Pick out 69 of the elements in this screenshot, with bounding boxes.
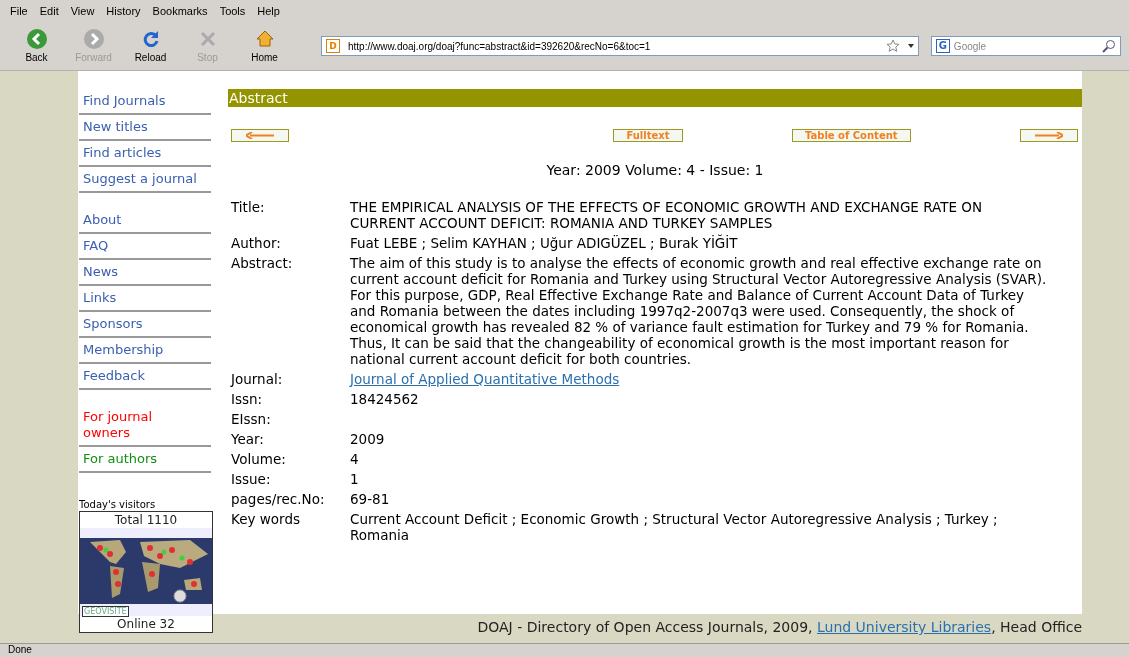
search-input[interactable]: Google (953, 38, 1098, 54)
field-value: Current Account Deficit ; Economic Growth ; Structural Vector Autoregressive Analysis ; Turkey ; Romania (350, 511, 999, 543)
arrow-right-icon (1035, 132, 1063, 139)
url-text: http://www.doaj.org/doaj?func=abstract&id=392620&recNo=6&toc=1 (348, 39, 652, 54)
visitors-widget[interactable]: Total 1110 GEOVISITE Online 32 (79, 511, 213, 633)
dropdown-icon[interactable] (907, 44, 914, 48)
issue-line: Year: 2009 Volume: 4 - Issue: 1 (545, 161, 765, 180)
field-label: Journal: (231, 371, 284, 387)
menu-item[interactable]: History (100, 2, 147, 20)
sidebar-link[interactable]: Suggest a journal (79, 167, 211, 193)
arrow-left-icon (246, 132, 274, 139)
field-label: EIssn: (231, 411, 272, 427)
field-value: 1 (350, 471, 360, 487)
menu-item[interactable]: Tools (213, 2, 252, 20)
field-label: Year: (231, 431, 265, 447)
journal-link[interactable]: Journal of Applied Quantitative Methods (350, 371, 620, 387)
field-value: 69-81 (350, 491, 391, 507)
search-field[interactable]: G Google (930, 36, 1121, 56)
sidebar-link[interactable]: Sponsors (79, 312, 211, 338)
sidebar-link[interactable]: Feedback (79, 364, 211, 390)
back-icon (25, 27, 48, 50)
sidebar-link[interactable]: Membership (79, 338, 211, 364)
field-value: 2009 (350, 431, 386, 447)
site-icon: D (326, 39, 340, 53)
back-button[interactable]: Back (8, 27, 65, 65)
menu-item[interactable]: View (64, 2, 101, 20)
menu-item[interactable]: Edit (33, 2, 65, 20)
search-engine-icon[interactable]: G (935, 39, 950, 53)
sidebar-link[interactable]: For journal owners (79, 405, 211, 447)
sidebar-link[interactable]: About (79, 208, 211, 234)
field-value: The aim of this study is to analyse the effects of economic growth and real effective exchange rate on current account deficit for Romania and Turkey using Structural Vector Autoregressive Analysis (SVAR). For this purpose, GDP, Real Effective Exchange Rate and Balance of Current Account Data of Turkey and Romania between the dates including 1997q2-2007q3 were used. Consequently, the shock of economical growth has revealed 82 % of variance fault estimation for Turkey and 79 % for Romania. Thus, It can be said that the changeability of economical growth is the most important reason for national current account deficit for both countries. (350, 255, 1048, 367)
field-label: Issn: (231, 391, 264, 407)
sidebar-link[interactable]: News (79, 260, 211, 286)
menu-item[interactable]: Help (251, 2, 286, 20)
field-value: 4 (350, 451, 360, 467)
visitors-caption: Today's visitors (79, 499, 157, 511)
previous-button[interactable] (231, 129, 289, 142)
star-icon[interactable] (885, 39, 900, 53)
sidebar-link[interactable]: New titles (79, 115, 211, 141)
sidebar-link[interactable]: FAQ (79, 234, 211, 260)
field-label: Key words (231, 511, 301, 529)
field-value: Fuat LEBE ; Selim KAYHAN ; Uğur ADIGÜZEL ; Burak YİĞİT (350, 235, 739, 251)
field-label: Title: (231, 199, 266, 217)
next-button[interactable] (1020, 129, 1078, 142)
field-label: pages/rec.No: (231, 491, 326, 507)
field-label: Abstract: (231, 255, 294, 273)
section-title-bar: Abstract (228, 89, 1082, 107)
field-label: Issue: (231, 471, 272, 487)
url-field[interactable]: D http://www.doaj.org/doaj?func=abstract&id=392620&recNo=6&toc=1 (321, 36, 919, 56)
sidebar-link[interactable]: Find Journals (79, 89, 211, 115)
field-value: 18424562 (350, 391, 420, 407)
menu-item[interactable]: File (4, 2, 34, 20)
sidebar-link[interactable]: Find articles (79, 141, 211, 167)
home-button[interactable]: Home (236, 27, 293, 65)
forward-icon (82, 27, 105, 50)
footer-link[interactable]: Lund University Libraries (817, 619, 992, 635)
sidebar-link[interactable]: Links (79, 286, 211, 312)
menu-item[interactable]: Bookmarks (146, 2, 214, 20)
field-label: Volume: (231, 451, 287, 467)
sidebar-link[interactable]: For authors (79, 447, 211, 473)
visitors-online: Online 32 (117, 616, 175, 632)
footer-text: DOAJ - Directory of Open Access Journals, 2009, Lund University Libraries, Head Office (477, 618, 1082, 637)
search-icon[interactable] (1102, 39, 1116, 53)
visitors-total: Total 1110 (114, 512, 178, 528)
field-value: THE EMPIRICAL ANALYSIS OF THE EFFECTS OF ECONOMIC GROWTH AND EXCHANGE RATE ON CURRENT ACCOUNT DEFICIT: ROMANIA AND TURKEY SAMPLES (350, 199, 983, 231)
reload-button[interactable]: Reload (122, 27, 179, 65)
geovisite-badge: GEOVISITE (82, 606, 129, 617)
status-bar: Done (0, 643, 1129, 657)
field-label: Author: (231, 235, 282, 251)
